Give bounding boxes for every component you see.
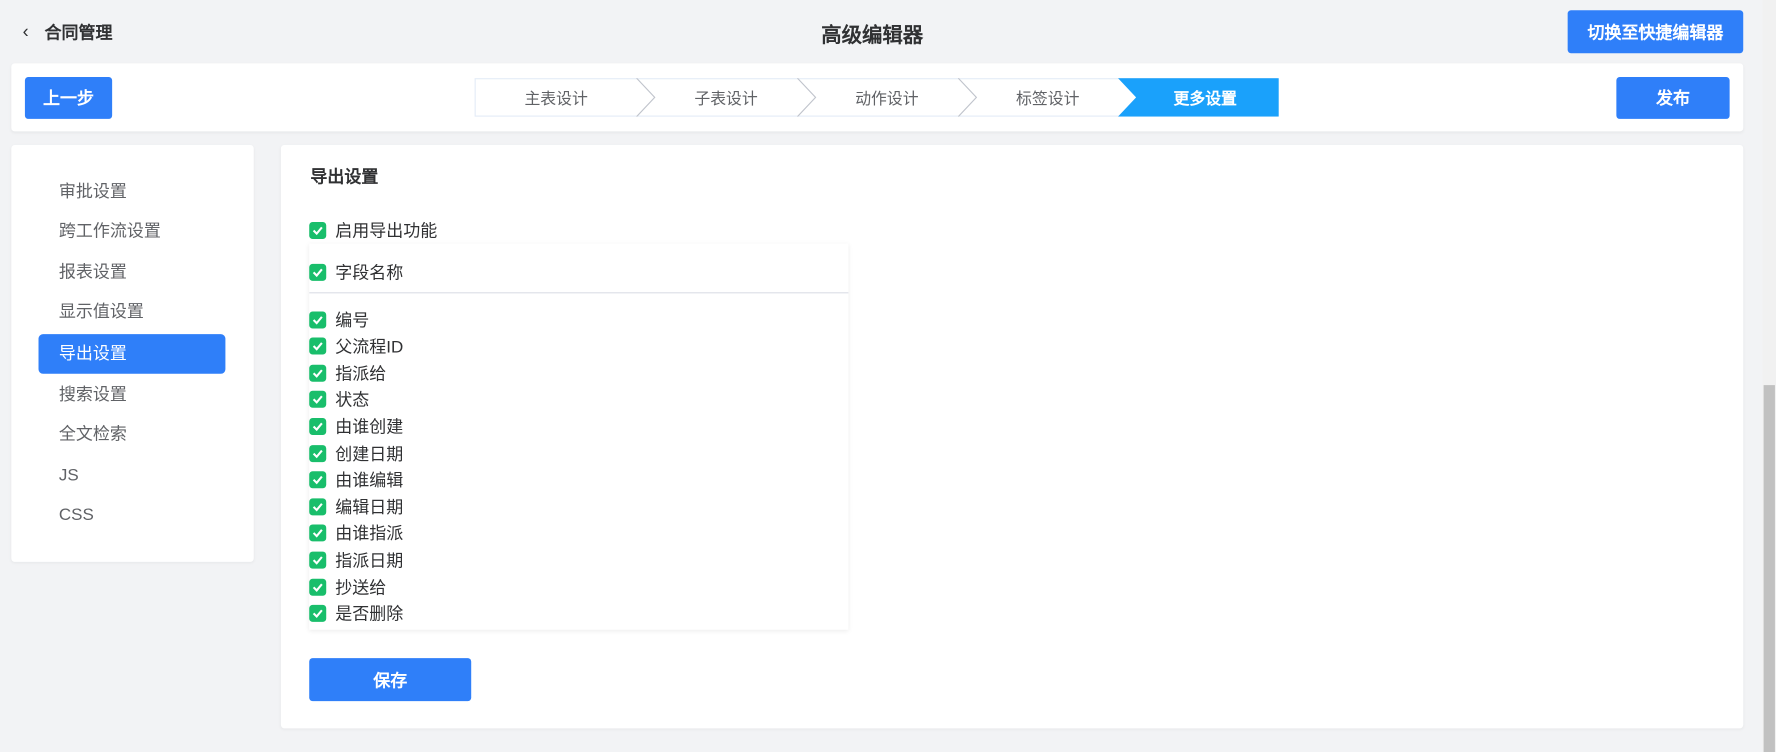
sidebar-item-fulltext[interactable]: 全文检索 bbox=[39, 415, 226, 455]
checkbox-label: 指派给 bbox=[335, 364, 387, 384]
sidebar-item-export[interactable]: 导出设置 bbox=[38, 334, 226, 374]
checkbox-checked-icon bbox=[309, 263, 327, 281]
field-checkbox[interactable]: 指派给 bbox=[309, 362, 386, 385]
field-checkbox[interactable]: 创建日期 bbox=[309, 442, 403, 465]
checkbox-checked-icon bbox=[309, 337, 327, 355]
scrollbar[interactable] bbox=[1762, 0, 1776, 752]
sidebar-item-report[interactable]: 报表设置 bbox=[39, 253, 226, 293]
checkbox-label: 抄送给 bbox=[335, 578, 387, 598]
checkbox-label: 状态 bbox=[335, 391, 370, 411]
sidebar-item-search[interactable]: 搜索设置 bbox=[39, 375, 226, 415]
checkbox-checked-icon bbox=[309, 221, 327, 239]
select-all-fields-checkbox[interactable]: 字段名称 bbox=[309, 261, 403, 284]
checkbox-checked-icon bbox=[309, 498, 327, 516]
enable-export-checkbox[interactable]: 启用导出功能 bbox=[309, 219, 437, 242]
publish-button[interactable]: 发布 bbox=[1616, 77, 1730, 119]
sidebar-item-approval[interactable]: 审批设置 bbox=[39, 172, 226, 212]
steps-bar: 主表设计 子表设计 动作设计 标签设计 更多设置 bbox=[474, 78, 1279, 118]
field-checkbox[interactable]: 由谁编辑 bbox=[309, 468, 403, 491]
checkbox-checked-icon bbox=[309, 578, 327, 596]
step-more-settings[interactable]: 更多设置 bbox=[1133, 79, 1278, 118]
switch-editor-button[interactable]: 切换至快捷编辑器 bbox=[1567, 10, 1744, 54]
sidebar-item-display-value[interactable]: 显示值设置 bbox=[39, 292, 226, 332]
sidebar-item-js[interactable]: JS bbox=[39, 455, 226, 495]
field-checkbox[interactable]: 由谁指派 bbox=[309, 522, 403, 545]
sidebar: 审批设置 跨工作流设置 报表设置 显示值设置 导出设置 搜索设置 全文检索 JS… bbox=[11, 144, 254, 562]
list-divider bbox=[309, 292, 849, 294]
field-checkbox[interactable]: 父流程ID bbox=[309, 335, 403, 358]
checkbox-checked-icon bbox=[309, 471, 327, 489]
field-checkbox[interactable]: 状态 bbox=[309, 388, 369, 411]
sidebar-item-cross-workflow[interactable]: 跨工作流设置 bbox=[39, 212, 226, 252]
field-checkbox[interactable]: 指派日期 bbox=[309, 549, 403, 572]
field-checkbox[interactable]: 是否删除 bbox=[309, 602, 403, 625]
section-title: 导出设置 bbox=[310, 167, 379, 187]
checkbox-checked-icon bbox=[309, 524, 327, 542]
checkbox-label: 由谁编辑 bbox=[335, 471, 404, 491]
checkbox-checked-icon bbox=[309, 604, 327, 622]
checkbox-label: 由谁指派 bbox=[335, 524, 404, 545]
checkbox-label: 是否删除 bbox=[335, 604, 404, 625]
field-checkbox[interactable]: 编号 bbox=[309, 308, 369, 331]
checkbox-label: 编辑日期 bbox=[335, 498, 404, 518]
checkbox-label: 编号 bbox=[335, 310, 370, 331]
field-checkbox[interactable]: 抄送给 bbox=[309, 575, 386, 598]
checkbox-label: 创建日期 bbox=[335, 444, 404, 464]
checkbox-checked-icon bbox=[309, 417, 327, 435]
checkbox-label: 指派日期 bbox=[335, 551, 404, 571]
checkbox-checked-icon bbox=[309, 364, 327, 382]
scrollbar-thumb[interactable] bbox=[1763, 385, 1775, 752]
prev-step-button[interactable]: 上一步 bbox=[24, 77, 113, 119]
checkbox-checked-icon bbox=[309, 444, 327, 462]
checkbox-checked-icon bbox=[309, 391, 327, 409]
page-title: 高级编辑器 bbox=[821, 23, 924, 47]
sidebar-item-css[interactable]: CSS bbox=[39, 495, 226, 535]
checkbox-label: 启用导出功能 bbox=[335, 221, 438, 241]
checkbox-label: 父流程ID bbox=[335, 337, 404, 357]
checkbox-checked-icon bbox=[309, 551, 327, 569]
checkbox-checked-icon bbox=[309, 310, 327, 328]
checkbox-label: 由谁创建 bbox=[335, 417, 404, 438]
field-checkbox[interactable]: 编辑日期 bbox=[309, 495, 403, 518]
save-button[interactable]: 保存 bbox=[309, 658, 472, 702]
field-checkbox[interactable]: 由谁创建 bbox=[309, 415, 403, 438]
checkbox-label: 字段名称 bbox=[335, 263, 404, 283]
step-label: 更多设置 bbox=[1173, 89, 1237, 108]
